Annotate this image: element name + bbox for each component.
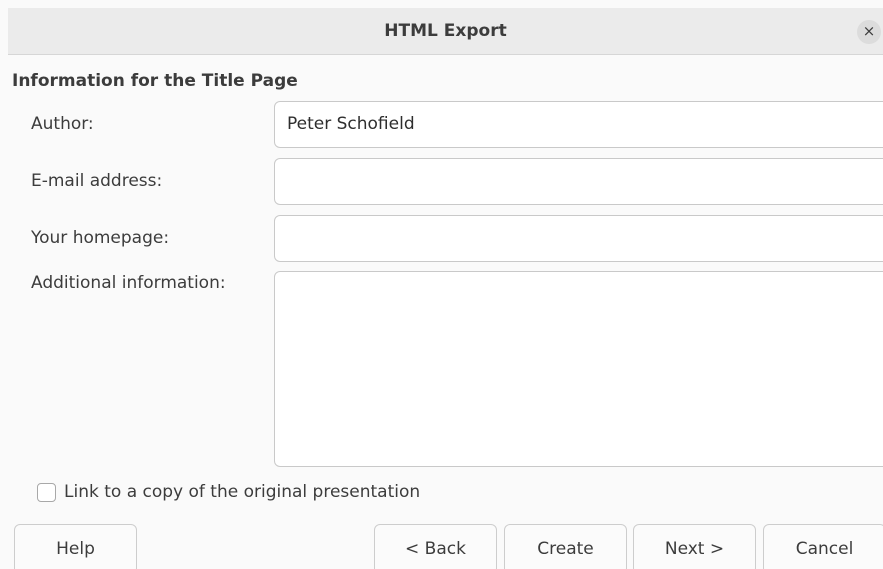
cancel-button[interactable]: Cancel [763, 524, 883, 569]
author-label: Author: [31, 114, 94, 134]
create-button[interactable]: Create [504, 524, 627, 569]
additional-info-label: Additional information: [31, 273, 226, 293]
email-label: E-mail address: [31, 171, 163, 191]
link-original-checkbox-row[interactable]: Link to a copy of the original presentat… [37, 481, 420, 503]
help-button[interactable]: Help [14, 524, 137, 569]
section-heading: Information for the Title Page [12, 71, 298, 91]
email-field[interactable] [274, 158, 883, 205]
close-button[interactable]: × [857, 20, 881, 44]
link-original-label: Link to a copy of the original presentat… [64, 482, 421, 502]
close-icon: × [862, 22, 876, 40]
html-export-dialog: HTML Export × Information for the Title … [0, 0, 883, 569]
next-button[interactable]: Next > [633, 524, 756, 569]
homepage-label: Your homepage: [31, 228, 170, 248]
back-button[interactable]: < Back [374, 524, 497, 569]
checkbox-icon[interactable] [37, 482, 56, 502]
homepage-field[interactable] [274, 215, 883, 262]
author-field[interactable]: Peter Schofield [274, 101, 883, 148]
dialog-title: HTML Export [384, 21, 507, 41]
title-bar: HTML Export × [8, 8, 883, 55]
additional-info-textarea[interactable] [274, 271, 883, 467]
